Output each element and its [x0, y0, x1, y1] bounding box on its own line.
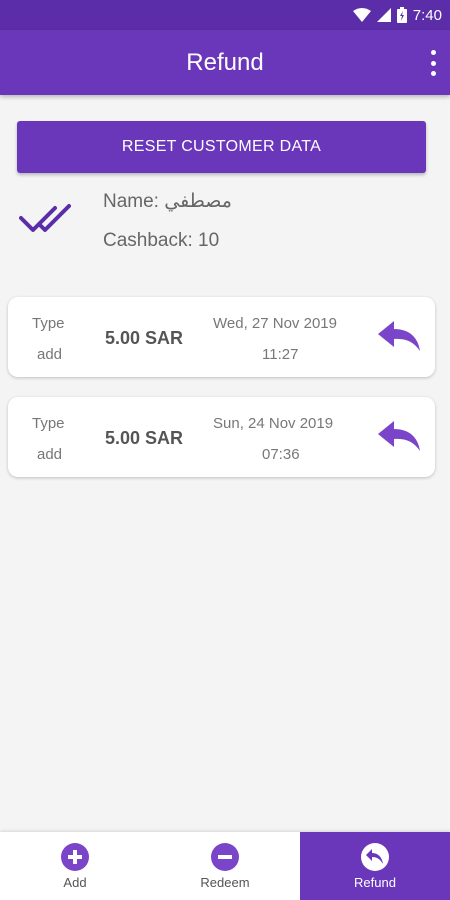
undo-icon[interactable] [376, 319, 422, 353]
nav-label-add: Add [63, 874, 87, 890]
page-title: Refund [186, 48, 264, 76]
customer-info: Name: مصطفي Cashback: 10 [17, 185, 426, 265]
customer-name: Name: مصطفي [103, 191, 232, 212]
transaction-list: Type add 5.00 SAR Wed, 27 Nov 2019 11:27… [8, 297, 435, 497]
type-value: add [37, 346, 63, 363]
minus-circle-icon [211, 842, 239, 871]
signal-icon [376, 8, 391, 22]
nav-item-redeem[interactable]: Redeem [150, 832, 300, 900]
overflow-menu-icon[interactable] [428, 50, 438, 76]
reset-customer-data-button[interactable]: RESET CUSTOMER DATA [17, 121, 426, 173]
transaction-card: Type add 5.00 SAR Wed, 27 Nov 2019 11:27 [8, 297, 435, 377]
undo-circle-icon [361, 842, 389, 871]
reset-button-label: RESET CUSTOMER DATA [121, 138, 322, 155]
nav-item-refund[interactable]: Refund [300, 832, 450, 900]
nav-label-redeem: Redeem [200, 874, 250, 890]
nav-label-refund: Refund [354, 874, 396, 890]
battery-icon [396, 7, 407, 23]
type-value: add [37, 446, 63, 463]
status-time: 7:40 [412, 6, 442, 24]
plus-circle-icon [61, 842, 89, 871]
bottom-nav: Add Redeem Refund [0, 832, 450, 900]
status-bar: 7:40 [0, 0, 450, 30]
transaction-amount: 5.00 SAR [105, 428, 184, 448]
transaction-card: Type add 5.00 SAR Sun, 24 Nov 2019 07:36 [8, 397, 435, 477]
transaction-amount: 5.00 SAR [105, 328, 184, 348]
nav-item-add[interactable]: Add [0, 832, 150, 900]
transaction-time: 11:27 [262, 346, 299, 363]
type-label: Type [32, 315, 65, 332]
customer-cashback: Cashback: 10 [103, 230, 220, 251]
type-label: Type [32, 415, 65, 432]
transaction-date: Sun, 24 Nov 2019 [213, 415, 334, 432]
transaction-date: Wed, 27 Nov 2019 [213, 315, 337, 332]
double-check-icon [19, 204, 71, 232]
wifi-icon [352, 8, 371, 22]
app-bar: Refund [0, 30, 450, 95]
undo-icon[interactable] [376, 419, 422, 453]
transaction-time: 07:36 [262, 446, 300, 463]
